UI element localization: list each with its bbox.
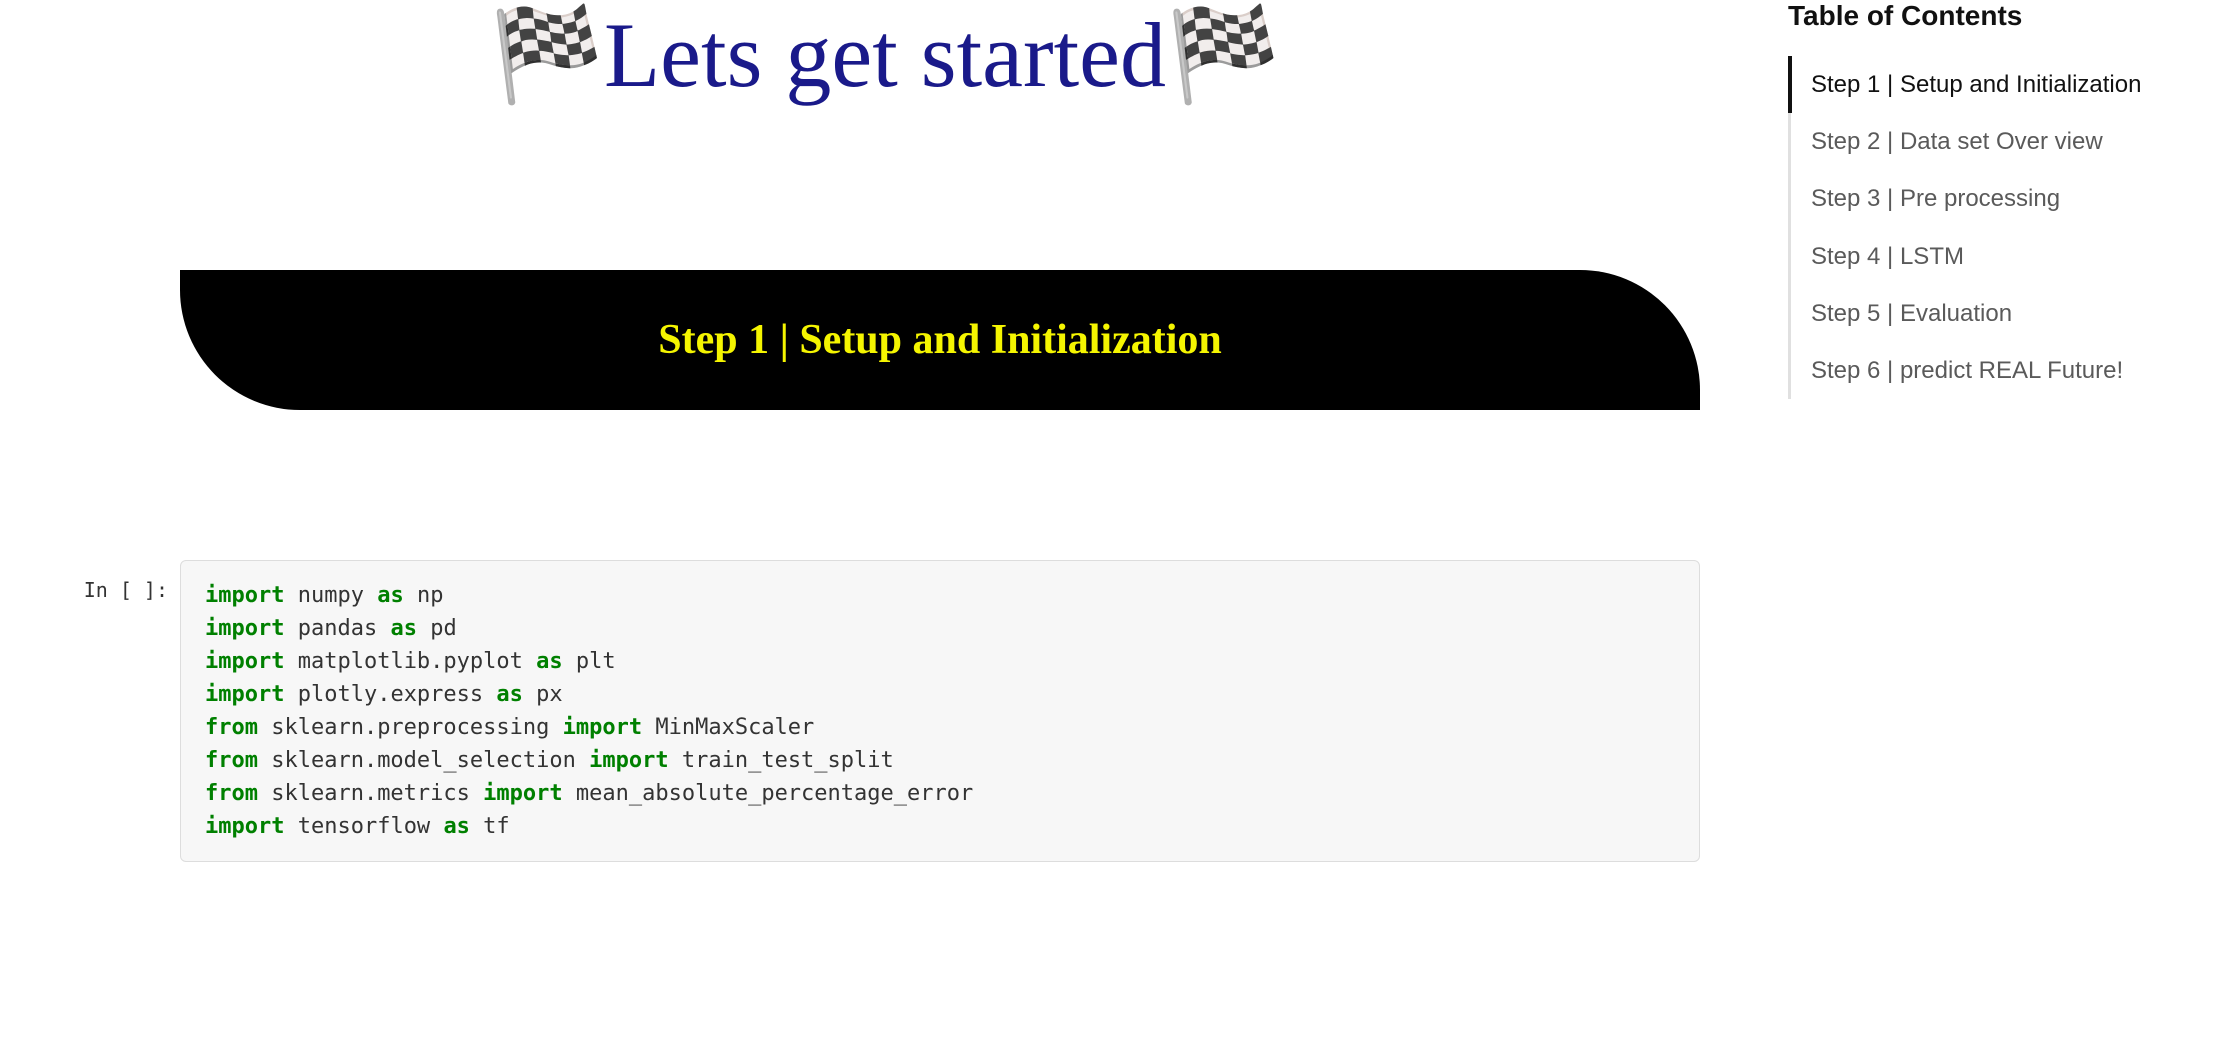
toc-item-6[interactable]: Step 6 | predict REAL Future! [1788,342,2208,399]
code-input[interactable]: import numpy as np import pandas as pd i… [180,560,1700,862]
step-banner-label: Step 1 | Setup and Initialization [658,317,1222,363]
toc-item-3[interactable]: Step 3 | Pre processing [1788,170,2208,227]
toc-sidebar: Table of Contents Step 1 | Setup and Ini… [1788,0,2238,399]
code-cell: In [ ]: import numpy as np import pandas… [70,560,1700,862]
toc-item-2[interactable]: Step 2 | Data set Over view [1788,113,2208,170]
cell-prompt: In [ ]: [70,560,180,602]
page-title: 🏁Lets get started🏁 [0,0,1770,110]
main-content: 🏁Lets get started🏁 Step 1 | Setup and In… [0,0,1770,862]
toc-list: Step 1 | Setup and InitializationStep 2 … [1788,56,2208,399]
step-banner: Step 1 | Setup and Initialization [180,270,1700,410]
toc-item-1[interactable]: Step 1 | Setup and Initialization [1788,56,2208,113]
toc-item-4[interactable]: Step 4 | LSTM [1788,228,2208,285]
toc-title: Table of Contents [1788,0,2208,32]
toc-item-5[interactable]: Step 5 | Evaluation [1788,285,2208,342]
